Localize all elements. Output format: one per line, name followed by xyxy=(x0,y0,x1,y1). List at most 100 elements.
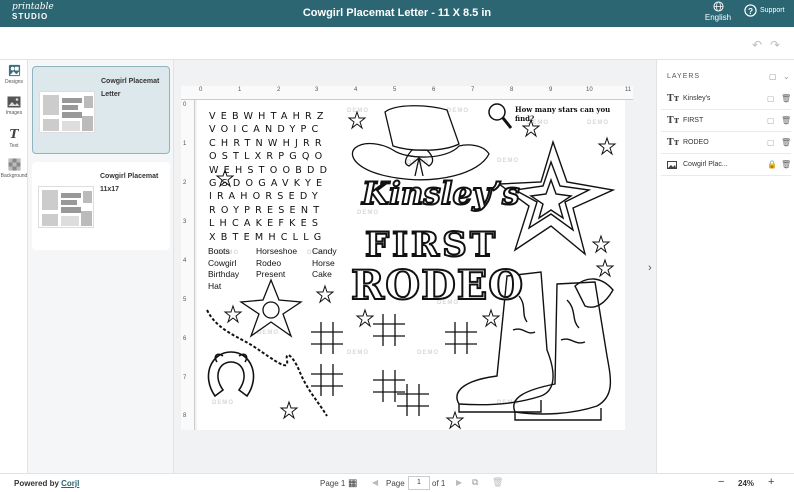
ruler-tick: 3 xyxy=(315,87,319,93)
zoom-level[interactable]: 24% xyxy=(738,479,754,488)
ruler-tick: 5 xyxy=(393,87,397,93)
designs-label: Designs xyxy=(4,79,24,85)
ruler-tick: 10 xyxy=(586,87,593,93)
first-title-text[interactable]: FIRST xyxy=(364,224,498,266)
ruler-tick: 6 xyxy=(183,336,187,342)
page-card-subtitle: 11x17 xyxy=(100,186,120,193)
word-search-row: CHRTNWHJRR xyxy=(209,137,327,149)
trash-icon[interactable]: 🗑 xyxy=(781,94,791,103)
corjl-link[interactable]: Corjl xyxy=(61,479,79,488)
sidebar-item-images[interactable]: Images xyxy=(0,96,28,116)
next-page-icon[interactable]: ▶ xyxy=(456,478,462,487)
sidebar-item-text[interactable]: T Text xyxy=(0,127,28,149)
word-search-row: IRAHORSEDY xyxy=(209,191,323,203)
language-selector[interactable]: English xyxy=(702,1,734,22)
support-button[interactable]: ? Support xyxy=(744,4,785,17)
duplicate-icon[interactable]: ▢ xyxy=(767,116,775,125)
bottom-bar: Powered by Corjl Page 1 ▦ ◀ Page 1 of 1 … xyxy=(0,473,794,492)
layers-add-icon[interactable]: ▢ xyxy=(769,72,777,81)
images-label: Images xyxy=(5,110,23,116)
zoom-out-button[interactable]: − xyxy=(718,476,724,488)
page-thumbnail xyxy=(38,186,94,228)
page-thumbnail xyxy=(39,91,95,133)
layer-row-kinsleys[interactable]: Tт Kinsley's ▢ 🗑 xyxy=(661,88,791,110)
ruler-tick: 9 xyxy=(549,87,553,93)
undo-icon[interactable]: ↶ xyxy=(752,38,762,52)
ruler-tick: 0 xyxy=(183,102,187,108)
collapse-panel-chevron-icon[interactable]: › xyxy=(648,262,652,274)
tic-tac-toe-boards xyxy=(311,314,477,416)
page-word-label: Page xyxy=(386,479,405,488)
horizontal-ruler: 0 1 2 3 4 5 6 7 8 9 10 11 xyxy=(181,86,633,100)
page-card-subtitle: Letter xyxy=(101,91,121,98)
layers-panel: LAYERS ▢ ⌄ Tт Kinsley's ▢ 🗑 Tт FIRST ▢ 🗑… xyxy=(656,60,794,473)
sidebar-item-designs[interactable]: Designs xyxy=(0,64,28,85)
word-search-row: VEBWHTAHRZ xyxy=(209,111,329,122)
magnifier-illustration xyxy=(488,103,513,129)
svg-text:?: ? xyxy=(748,6,753,16)
layer-name: FIRST xyxy=(683,117,704,124)
background-label: Background xyxy=(0,173,28,179)
word-list-item: Rodeo xyxy=(256,257,282,268)
ruler-tick: 4 xyxy=(183,258,187,264)
help-circle-icon: ? xyxy=(744,4,757,17)
ruler-tick: 1 xyxy=(238,87,242,93)
duplicate-icon[interactable]: ▢ xyxy=(767,138,775,147)
layer-name: RODEO xyxy=(683,139,709,146)
layer-name: Cowgirl Plac... xyxy=(683,161,728,168)
top-bar: printable STUDIO Cowgirl Placemat Letter… xyxy=(0,0,794,27)
trash-icon[interactable]: 🗑 xyxy=(781,138,791,147)
layer-row-rodeo[interactable]: Tт RODEO ▢ 🗑 xyxy=(661,132,791,154)
layer-row-first[interactable]: Tт FIRST ▢ 🗑 xyxy=(661,110,791,132)
image-layer-icon xyxy=(667,161,677,169)
sidebar-item-background[interactable]: Background xyxy=(0,158,28,179)
ruler-tick: 1 xyxy=(183,141,187,147)
chevron-down-icon[interactable]: ⌄ xyxy=(783,72,790,81)
duplicate-icon[interactable]: ▢ xyxy=(767,94,775,103)
layer-name: Kinsley's xyxy=(683,95,711,102)
page-card-11x17[interactable]: Cowgirl Placemat 11x17 xyxy=(32,162,170,250)
previous-page-icon[interactable]: ◀ xyxy=(372,478,378,487)
vertical-ruler: 0 1 2 3 4 5 6 7 8 xyxy=(181,100,195,430)
edit-toolbar: ↶ ↷ xyxy=(0,27,794,60)
grid-view-icon[interactable]: ▦ xyxy=(348,478,357,489)
redo-icon[interactable]: ↷ xyxy=(770,38,780,52)
rodeo-title-text[interactable]: RODEO xyxy=(350,261,524,310)
word-search-grid: VEBWHTAHRZ VOICANDYPC CHRTNWHJRR OSTLXRP… xyxy=(209,110,332,244)
word-list-column: Horseshoe Rodeo Present xyxy=(256,246,297,281)
ruler-tick: 8 xyxy=(510,87,514,93)
word-list-item: Birthday xyxy=(208,269,240,279)
word-list-item: Boots xyxy=(208,246,230,256)
word-search-row: OSTLXRPGQO xyxy=(209,151,328,163)
document-title: Cowgirl Placemat Letter - 11 X 8.5 in xyxy=(302,7,492,19)
zoom-in-button[interactable]: + xyxy=(768,476,774,488)
support-label: Support xyxy=(760,7,785,14)
page-number-input[interactable]: 1 xyxy=(408,476,430,490)
word-list-item: Horse xyxy=(312,257,335,268)
trash-icon[interactable]: 🗑 xyxy=(781,160,791,169)
globe-icon xyxy=(712,1,724,12)
page-card-title: Cowgirl Placemat xyxy=(101,78,160,85)
duplicate-page-icon[interactable]: ⧉ xyxy=(472,477,478,488)
image-icon xyxy=(7,96,21,108)
word-list-item: Present xyxy=(256,269,286,279)
language-label: English xyxy=(704,13,732,22)
placemat-page[interactable]: DEMO DEMO DEMO DEMO DEMO DEMO DEMO DEMO … xyxy=(197,100,625,430)
sheriff-badge-illustration xyxy=(239,278,303,338)
ruler-tick: 2 xyxy=(183,180,187,186)
lock-icon[interactable]: 🔒 xyxy=(767,160,777,169)
page-card-letter[interactable]: Cowgirl Placemat Letter xyxy=(32,66,170,154)
current-page-label: Page 1 xyxy=(320,479,346,488)
trash-icon[interactable]: 🗑 xyxy=(781,116,791,125)
word-search-row: VOICANDYPC xyxy=(209,124,324,136)
word-search-row: GSDOGAVKYE xyxy=(209,178,328,190)
delete-page-icon[interactable]: 🗑 xyxy=(492,477,503,488)
page-card-title: Cowgirl Placemat xyxy=(100,173,159,180)
powered-by: Powered by Corjl xyxy=(14,479,79,488)
name-title-text[interactable]: Kinsley’s xyxy=(361,175,521,213)
word-list-item: Hat xyxy=(208,280,222,291)
layer-row-image[interactable]: Cowgirl Plac... 🔒 🗑 xyxy=(661,154,791,176)
text-layer-icon: Tт xyxy=(667,116,680,126)
ruler-tick: 8 xyxy=(183,413,187,419)
layers-header: LAYERS xyxy=(667,73,701,80)
